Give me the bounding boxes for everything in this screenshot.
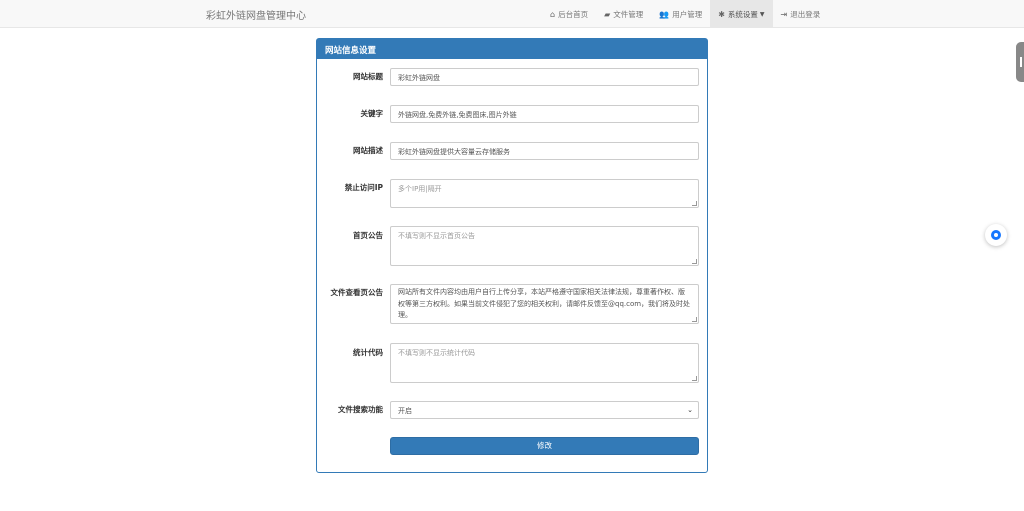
top-navbar: 彩虹外链网盘管理中心 ⌂ 后台首页 ▰ 文件管理 👥 用户管理 ✱ 系统设置 ▼… bbox=[0, 0, 1024, 28]
nav-item-label: 退出登录 bbox=[790, 9, 821, 19]
field-label: 关键字 bbox=[360, 109, 384, 118]
resize-handle-icon[interactable] bbox=[692, 317, 697, 322]
stats-code-textarea[interactable]: 不填写则不显示统计代码 bbox=[390, 343, 699, 383]
field-label: 网站标题 bbox=[353, 72, 383, 81]
folder-icon: ▰ bbox=[604, 9, 611, 19]
field-label: 首页公告 bbox=[353, 231, 383, 240]
chevron-down-icon: ⌄ bbox=[687, 406, 693, 414]
nav-item-home[interactable]: ⌂ 后台首页 bbox=[542, 0, 596, 28]
textarea-placeholder: 多个IP用|隔开 bbox=[398, 185, 442, 193]
users-icon: 👥 bbox=[659, 9, 670, 19]
side-drawer-handle[interactable] bbox=[1016, 42, 1024, 82]
description-input[interactable]: 彩虹外链网盘提供大容量云存储服务 bbox=[390, 142, 699, 160]
field-label: 文件查看页公告 bbox=[330, 288, 384, 297]
file-notice-textarea[interactable]: 网站所有文件内容均由用户自行上传分享，本站严格遵守国家相关法律法规，尊重著作权、… bbox=[390, 284, 699, 324]
resize-handle-icon[interactable] bbox=[692, 201, 697, 206]
textarea-placeholder: 不填写则不显示统计代码 bbox=[398, 349, 475, 357]
select-value: 开启 bbox=[398, 407, 412, 415]
field-label: 统计代码 bbox=[353, 348, 383, 357]
textarea-placeholder: 不填写则不显示首页公告 bbox=[398, 232, 475, 240]
home-icon: ⌂ bbox=[550, 9, 556, 19]
nav-item-settings[interactable]: ✱ 系统设置 ▼ bbox=[710, 0, 773, 28]
gear-icon: ✱ bbox=[718, 9, 725, 19]
brand-title[interactable]: 彩虹外链网盘管理中心 bbox=[206, 7, 306, 22]
field-label: 文件搜索功能 bbox=[338, 405, 383, 414]
nav-item-label: 后台首页 bbox=[558, 9, 589, 19]
home-notice-textarea[interactable]: 不填写则不显示首页公告 bbox=[390, 226, 699, 266]
search-feature-select[interactable]: 开启 ⌄ bbox=[390, 401, 699, 419]
site-settings-panel: 网站信息设置 网站标题 彩虹外链网盘 关键字 外链网盘,免费外链,免费图床,图片… bbox=[316, 38, 708, 473]
nav-menu: ⌂ 后台首页 ▰ 文件管理 👥 用户管理 ✱ 系统设置 ▼ ⇥ 退出登录 bbox=[542, 0, 828, 28]
logout-icon: ⇥ bbox=[780, 9, 788, 19]
assistant-icon bbox=[991, 230, 1001, 240]
site-title-input[interactable]: 彩虹外链网盘 bbox=[390, 68, 699, 86]
blocked-ip-textarea[interactable]: 多个IP用|隔开 bbox=[390, 179, 699, 208]
nav-item-logout[interactable]: ⇥ 退出登录 bbox=[773, 0, 829, 28]
nav-item-label: 文件管理 bbox=[613, 9, 644, 19]
caret-down-icon: ▼ bbox=[759, 10, 765, 18]
textarea-value: 网站所有文件内容均由用户自行上传分享，本站严格遵守国家相关法律法规，尊重著作权、… bbox=[398, 288, 691, 319]
nav-item-users[interactable]: 👥 用户管理 bbox=[651, 0, 710, 28]
nav-item-label: 用户管理 bbox=[672, 9, 703, 19]
submit-button[interactable]: 修改 bbox=[390, 437, 699, 455]
floating-assistant-button[interactable] bbox=[985, 224, 1007, 246]
nav-item-files[interactable]: ▰ 文件管理 bbox=[596, 0, 651, 28]
nav-item-label: 系统设置 bbox=[727, 9, 758, 19]
resize-handle-icon[interactable] bbox=[692, 259, 697, 264]
panel-title: 网站信息设置 bbox=[317, 39, 707, 59]
field-label: 网站描述 bbox=[353, 146, 383, 155]
field-label: 禁止访问IP bbox=[344, 183, 383, 192]
resize-handle-icon[interactable] bbox=[692, 376, 697, 381]
keywords-input[interactable]: 外链网盘,免费外链,免费图床,图片外链 bbox=[390, 105, 699, 123]
